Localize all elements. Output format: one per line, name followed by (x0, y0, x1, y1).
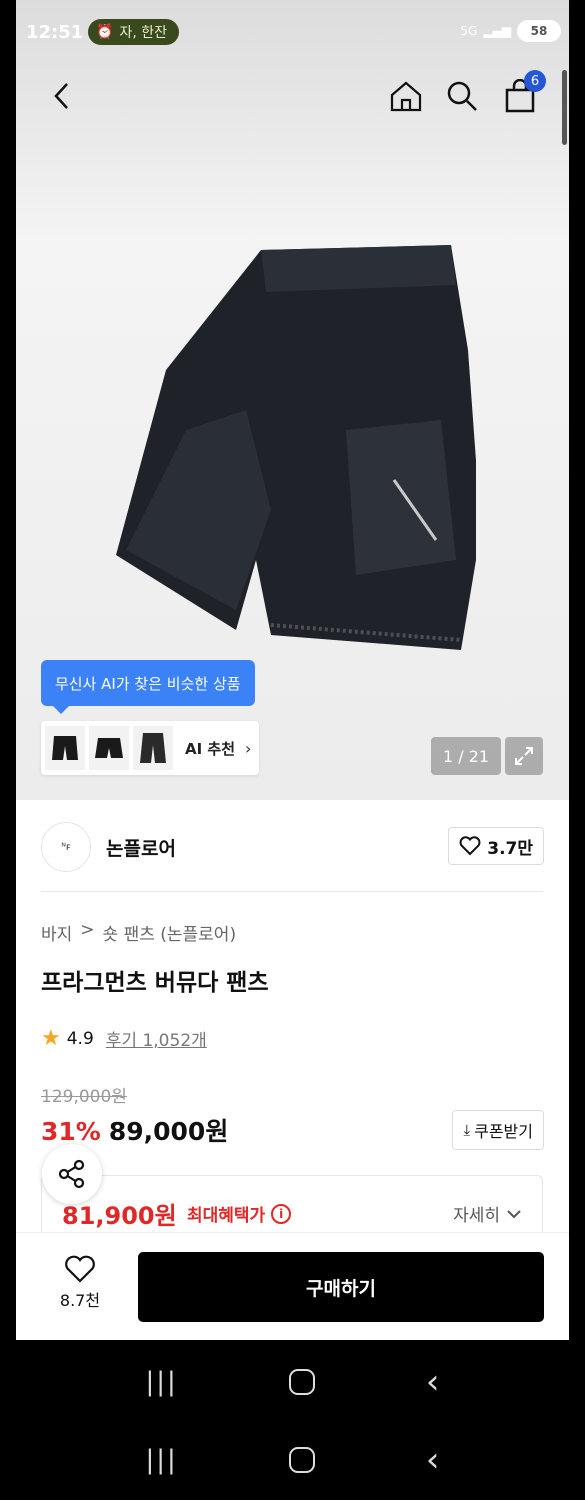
alarm-icon: ⏰ (96, 24, 114, 40)
sale-price: 89,000원 (108, 1117, 229, 1146)
ai-similar-tooltip: 무신사 AI가 찾은 비슷한 상품 (41, 660, 255, 714)
status-time: 12:51 (26, 22, 84, 43)
brand-like-count: 3.7만 (487, 838, 533, 859)
share-button[interactable] (42, 1144, 102, 1204)
review-link[interactable]: 후기 1,052개 (106, 1026, 207, 1051)
battery-indicator: 58 (517, 20, 561, 42)
brand-like-button[interactable]: 3.7만 (448, 827, 544, 865)
buy-button[interactable]: 구매하기 (138, 1252, 544, 1322)
product-title: 프라그먼츠 버뮤다 팬츠 (41, 970, 269, 996)
divider (41, 891, 543, 892)
heart-icon (65, 1255, 95, 1283)
top-navigation: 6 (16, 66, 569, 126)
back-arrow-icon (54, 83, 68, 109)
signal-icon: ▂▄▆ (483, 24, 511, 38)
ai-thumb-1[interactable] (45, 726, 85, 770)
bottom-action-bar: 8.7천 구매하기 (16, 1232, 569, 1340)
rating-value: 4.9 (66, 1028, 94, 1049)
max-benefit-label: 최대혜택가 (187, 1206, 266, 1226)
expand-icon (515, 747, 533, 765)
brand-row[interactable]: ᴺꜰ 논플로어 3.7만 (16, 800, 569, 892)
info-icon[interactable]: i (271, 1203, 292, 1224)
back-icon[interactable]: ‹ (426, 1362, 440, 1402)
wishlist-count: 8.7천 (59, 1291, 101, 1310)
network-label: 5G (460, 24, 478, 38)
chevron-down-icon (507, 1209, 521, 1218)
discount-rate: 31% (41, 1117, 101, 1146)
ai-recommend-strip[interactable]: AI 추천 › (41, 721, 259, 775)
brand-name[interactable]: 논플로어 (106, 834, 176, 861)
heart-icon (459, 836, 481, 856)
original-price: 129,000원 (41, 1087, 127, 1107)
coupon-button[interactable]: ⤓ 쿠폰받기 (452, 1110, 544, 1150)
search-button[interactable] (440, 74, 484, 118)
benefit-detail-toggle[interactable]: 자세히 (453, 1201, 522, 1226)
rating-row: ★ 4.9 후기 1,052개 (41, 1026, 207, 1051)
coupon-label: 쿠폰받기 (474, 1122, 533, 1141)
chevron-right-icon: › (245, 738, 252, 758)
cart-count-badge: 6 (524, 70, 546, 92)
notification-pill: ⏰ 자, 한잔 (88, 19, 179, 45)
ai-thumb-2[interactable] (89, 726, 129, 770)
breadcrumb-category[interactable]: 바지 (41, 920, 72, 945)
back-icon[interactable]: ‹ (426, 1440, 440, 1480)
system-navigation-bar: ||| ‹ (0, 1342, 585, 1422)
cart-button[interactable]: 6 (498, 70, 546, 118)
expand-image-button[interactable] (505, 737, 543, 775)
home-circle-icon[interactable] (288, 1447, 315, 1473)
status-bar: 12:51 ⏰ 자, 한잔 5G ▂▄▆ 58 (16, 0, 569, 66)
price-row: 31% 89,000원 (41, 1112, 228, 1148)
ai-recommend-label[interactable]: AI 추천 (185, 738, 235, 759)
app-screen: 무신사 AI가 찾은 비슷한 상품 AI 추천 › 1 / 21 12:51 ⏰… (16, 0, 569, 1340)
home-circle-icon[interactable] (288, 1369, 315, 1395)
breadcrumb-separator: > (80, 920, 95, 940)
search-icon (447, 81, 477, 111)
system-navigation-bar-secondary: ||| ‹ (0, 1420, 585, 1500)
wishlist-button[interactable]: 8.7천 (46, 1255, 114, 1311)
back-button[interactable] (40, 74, 84, 118)
max-benefit-label-group: 최대혜택가 i (187, 1201, 292, 1226)
detail-label: 자세히 (453, 1206, 500, 1226)
home-icon (390, 81, 422, 112)
image-page-counter: 1 / 21 (431, 737, 501, 775)
home-button[interactable] (384, 74, 428, 118)
share-icon (58, 1159, 85, 1189)
product-photo (116, 245, 476, 650)
star-icon: ★ (41, 1026, 61, 1051)
download-icon: ⤓ (463, 1121, 471, 1139)
recent-apps-icon[interactable]: ||| (146, 1445, 178, 1475)
notification-text: 자, 한잔 (119, 25, 167, 41)
ai-tooltip-text: 무신사 AI가 찾은 비슷한 상품 (55, 674, 241, 693)
breadcrumb: 바지 > 숏 팬츠 (논플로어) (41, 920, 236, 945)
recent-apps-icon[interactable]: ||| (146, 1367, 178, 1397)
breadcrumb-subcategory[interactable]: 숏 팬츠 (논플로어) (103, 920, 237, 945)
brand-logo[interactable]: ᴺꜰ (41, 822, 91, 872)
status-icons: 5G ▂▄▆ 58 (460, 20, 561, 42)
ai-thumb-3[interactable] (133, 726, 173, 770)
